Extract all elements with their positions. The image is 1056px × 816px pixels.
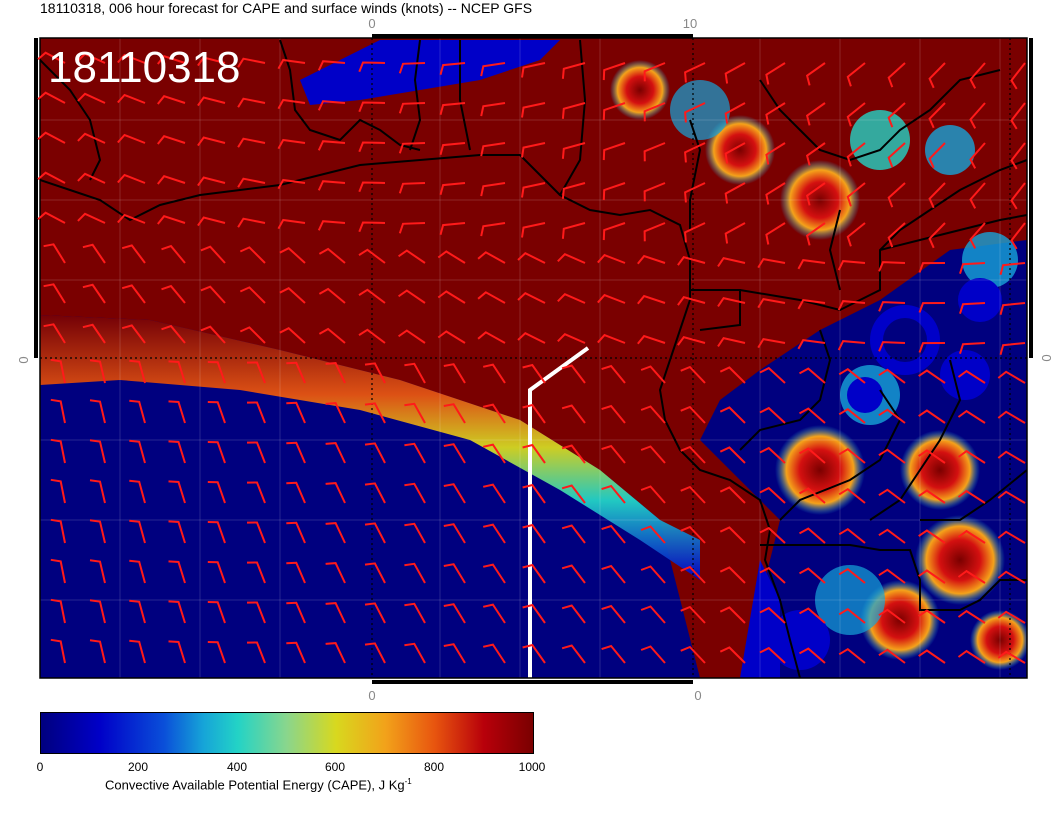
cape-colorbar bbox=[40, 712, 534, 754]
cape-field bbox=[40, 38, 1027, 678]
colorbar-label: Convective Available Potential Energy (C… bbox=[105, 777, 412, 792]
colorbar-label-text: Convective Available Potential Energy (C… bbox=[105, 777, 405, 793]
cape-wind-map: 0 10 0 0 0 0 18110318 bbox=[16, 16, 1054, 700]
top-axis-label-10: 10 bbox=[683, 16, 697, 31]
valid-time-label: 18110318 bbox=[48, 43, 241, 92]
bottom-axis-label-0b: 0 bbox=[694, 688, 701, 700]
colorbar-tick-400: 400 bbox=[226, 760, 248, 774]
colorbar-tick-0: 0 bbox=[36, 760, 44, 774]
colorbar-tick-600: 600 bbox=[324, 760, 346, 774]
colorbar-tick-800: 800 bbox=[423, 760, 445, 774]
right-axis-label-0: 0 bbox=[1039, 354, 1054, 361]
bottom-axis-label-0a: 0 bbox=[368, 688, 375, 700]
colorbar-tick-1000: 1000 bbox=[518, 760, 546, 774]
left-axis-label-0: 0 bbox=[16, 356, 31, 363]
colorbar-tick-200: 200 bbox=[127, 760, 149, 774]
top-axis-label-0: 0 bbox=[368, 16, 375, 31]
colorbar-label-exponent: -1 bbox=[404, 777, 412, 786]
